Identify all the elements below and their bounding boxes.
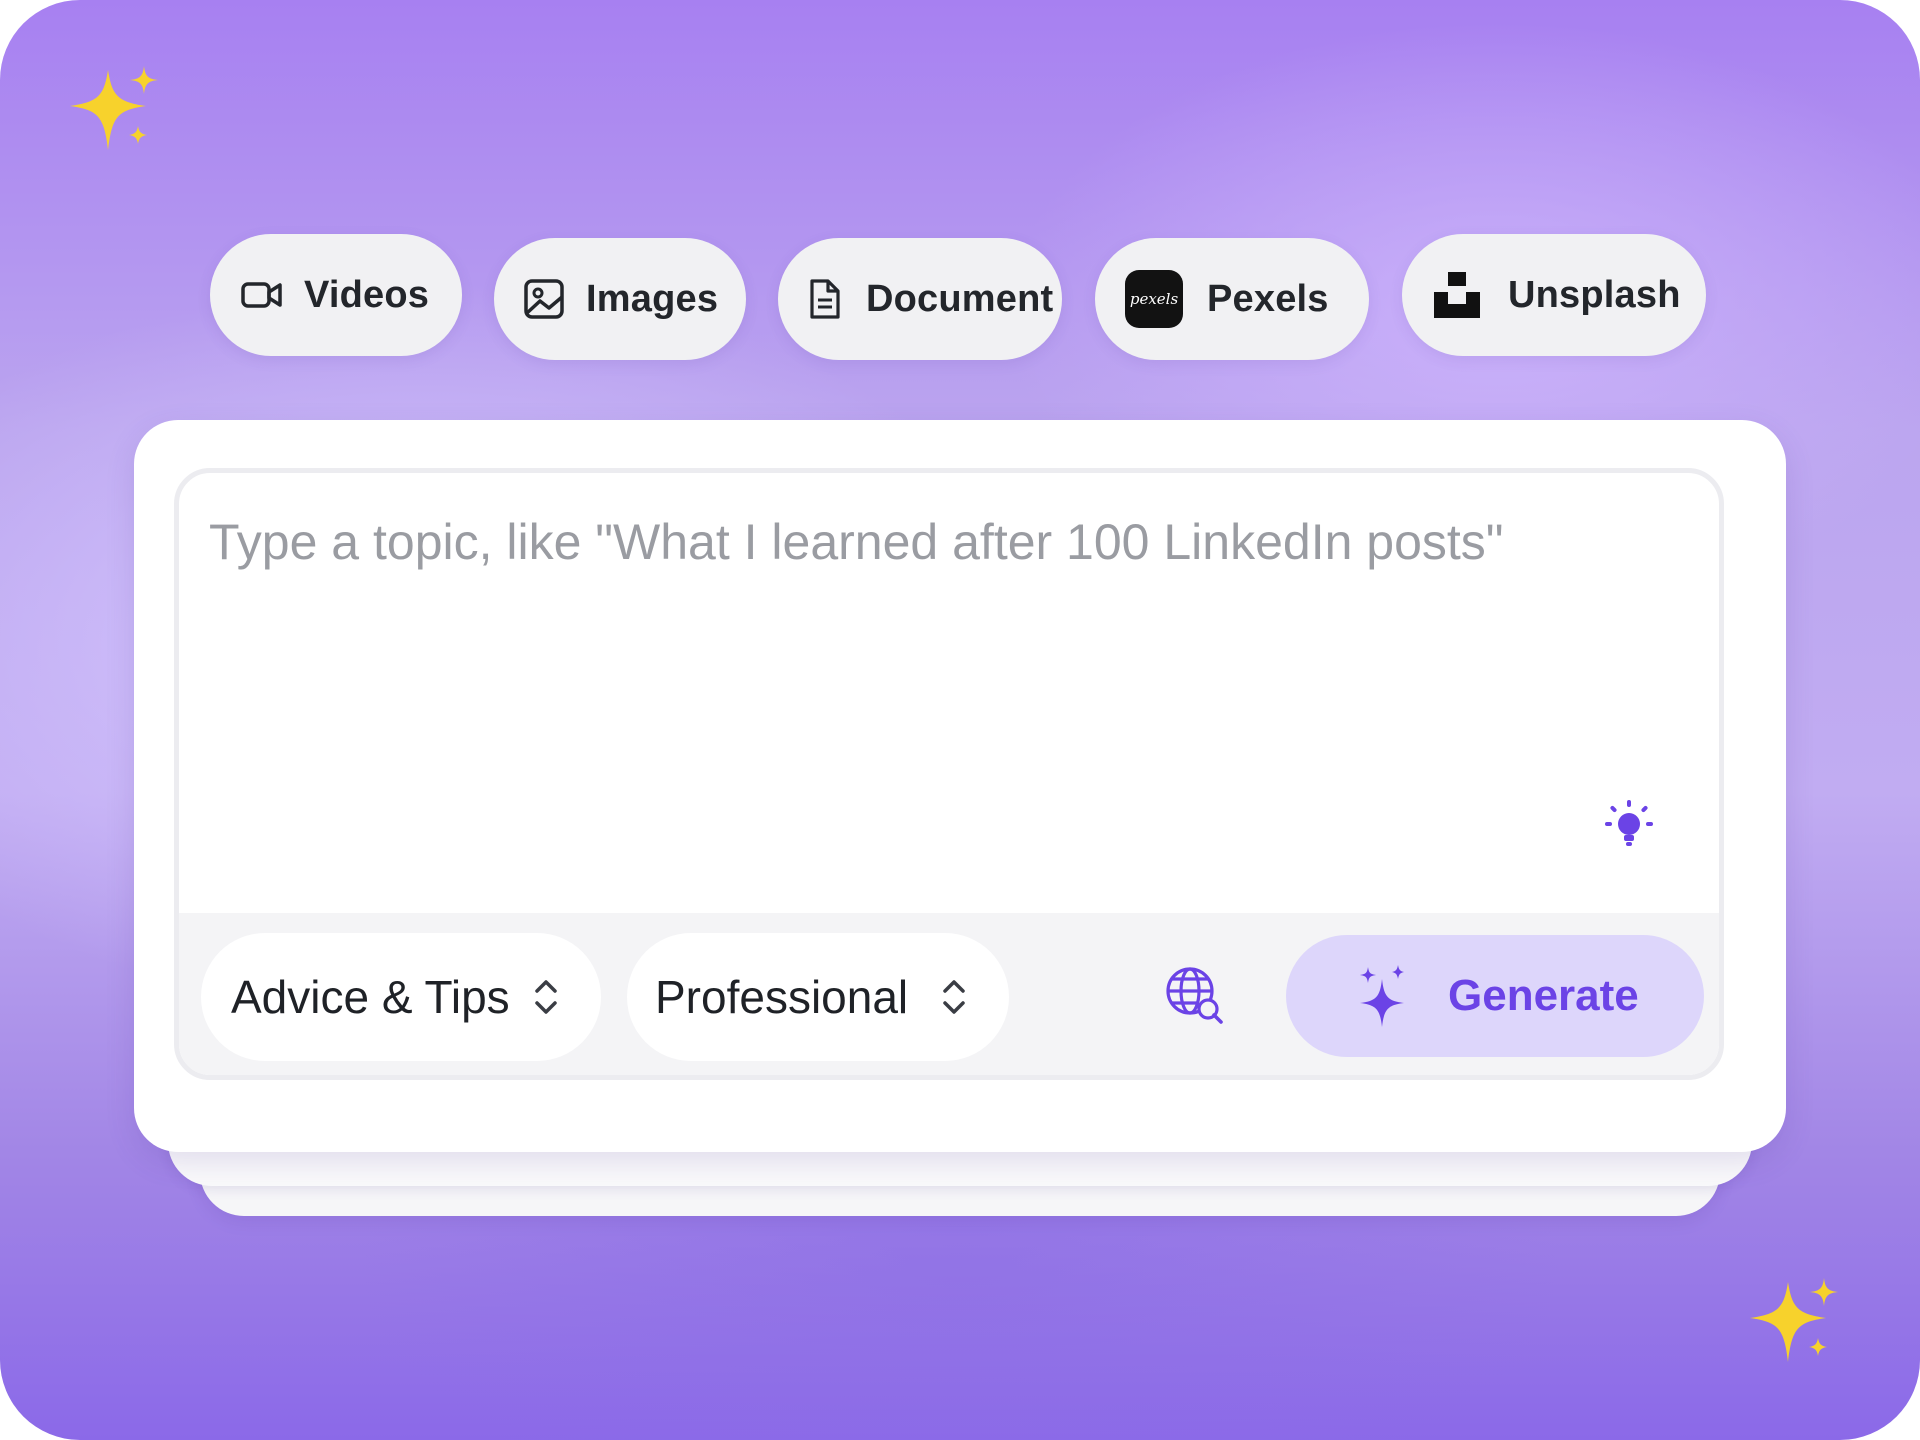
unsplash-tab-label: Unsplash — [1508, 273, 1681, 316]
document-tab-label: Document — [866, 277, 1054, 320]
globe-search-icon[interactable] — [1164, 965, 1224, 1025]
chevron-updown-icon — [535, 980, 557, 1014]
unsplash-logo-icon — [1432, 270, 1482, 320]
videos-tab[interactable]: Videos — [210, 234, 462, 356]
category-select-value: Advice & Tips — [231, 971, 510, 1023]
chevron-updown-icon — [943, 980, 965, 1014]
category-select[interactable]: Advice & Tips — [201, 933, 601, 1061]
sparkle-icon — [70, 66, 158, 150]
document-tab[interactable]: Document — [778, 238, 1062, 360]
lightbulb-icon[interactable] — [1601, 797, 1657, 853]
generate-button[interactable]: Generate — [1286, 935, 1704, 1057]
videos-tab-label: Videos — [304, 273, 430, 316]
video-camera-icon — [240, 273, 284, 317]
topic-editor: Advice & Tips Professional — [174, 468, 1724, 1080]
pexels-tab[interactable]: pexels Pexels — [1095, 238, 1369, 360]
background-canvas: Videos Images Document pexels Pexels Uns… — [0, 0, 1920, 1440]
composer-toolbar: Advice & Tips Professional Generate — [179, 913, 1719, 1075]
sparkles-icon — [1360, 965, 1404, 1027]
sparkle-icon — [1750, 1278, 1838, 1362]
image-icon — [522, 277, 566, 321]
tone-select[interactable]: Professional — [627, 933, 1009, 1061]
tone-select-value: Professional — [655, 971, 909, 1023]
topic-input[interactable] — [209, 513, 1669, 893]
composer-card: Advice & Tips Professional — [134, 420, 1786, 1152]
document-icon — [802, 277, 846, 321]
pexels-tab-label: Pexels — [1207, 277, 1329, 320]
images-tab-label: Images — [586, 277, 719, 320]
pexels-logo-text: pexels — [1129, 290, 1179, 308]
pexels-logo-icon: pexels — [1125, 270, 1183, 328]
generate-button-label: Generate — [1448, 971, 1639, 1020]
images-tab[interactable]: Images — [494, 238, 746, 360]
unsplash-tab[interactable]: Unsplash — [1402, 234, 1706, 356]
